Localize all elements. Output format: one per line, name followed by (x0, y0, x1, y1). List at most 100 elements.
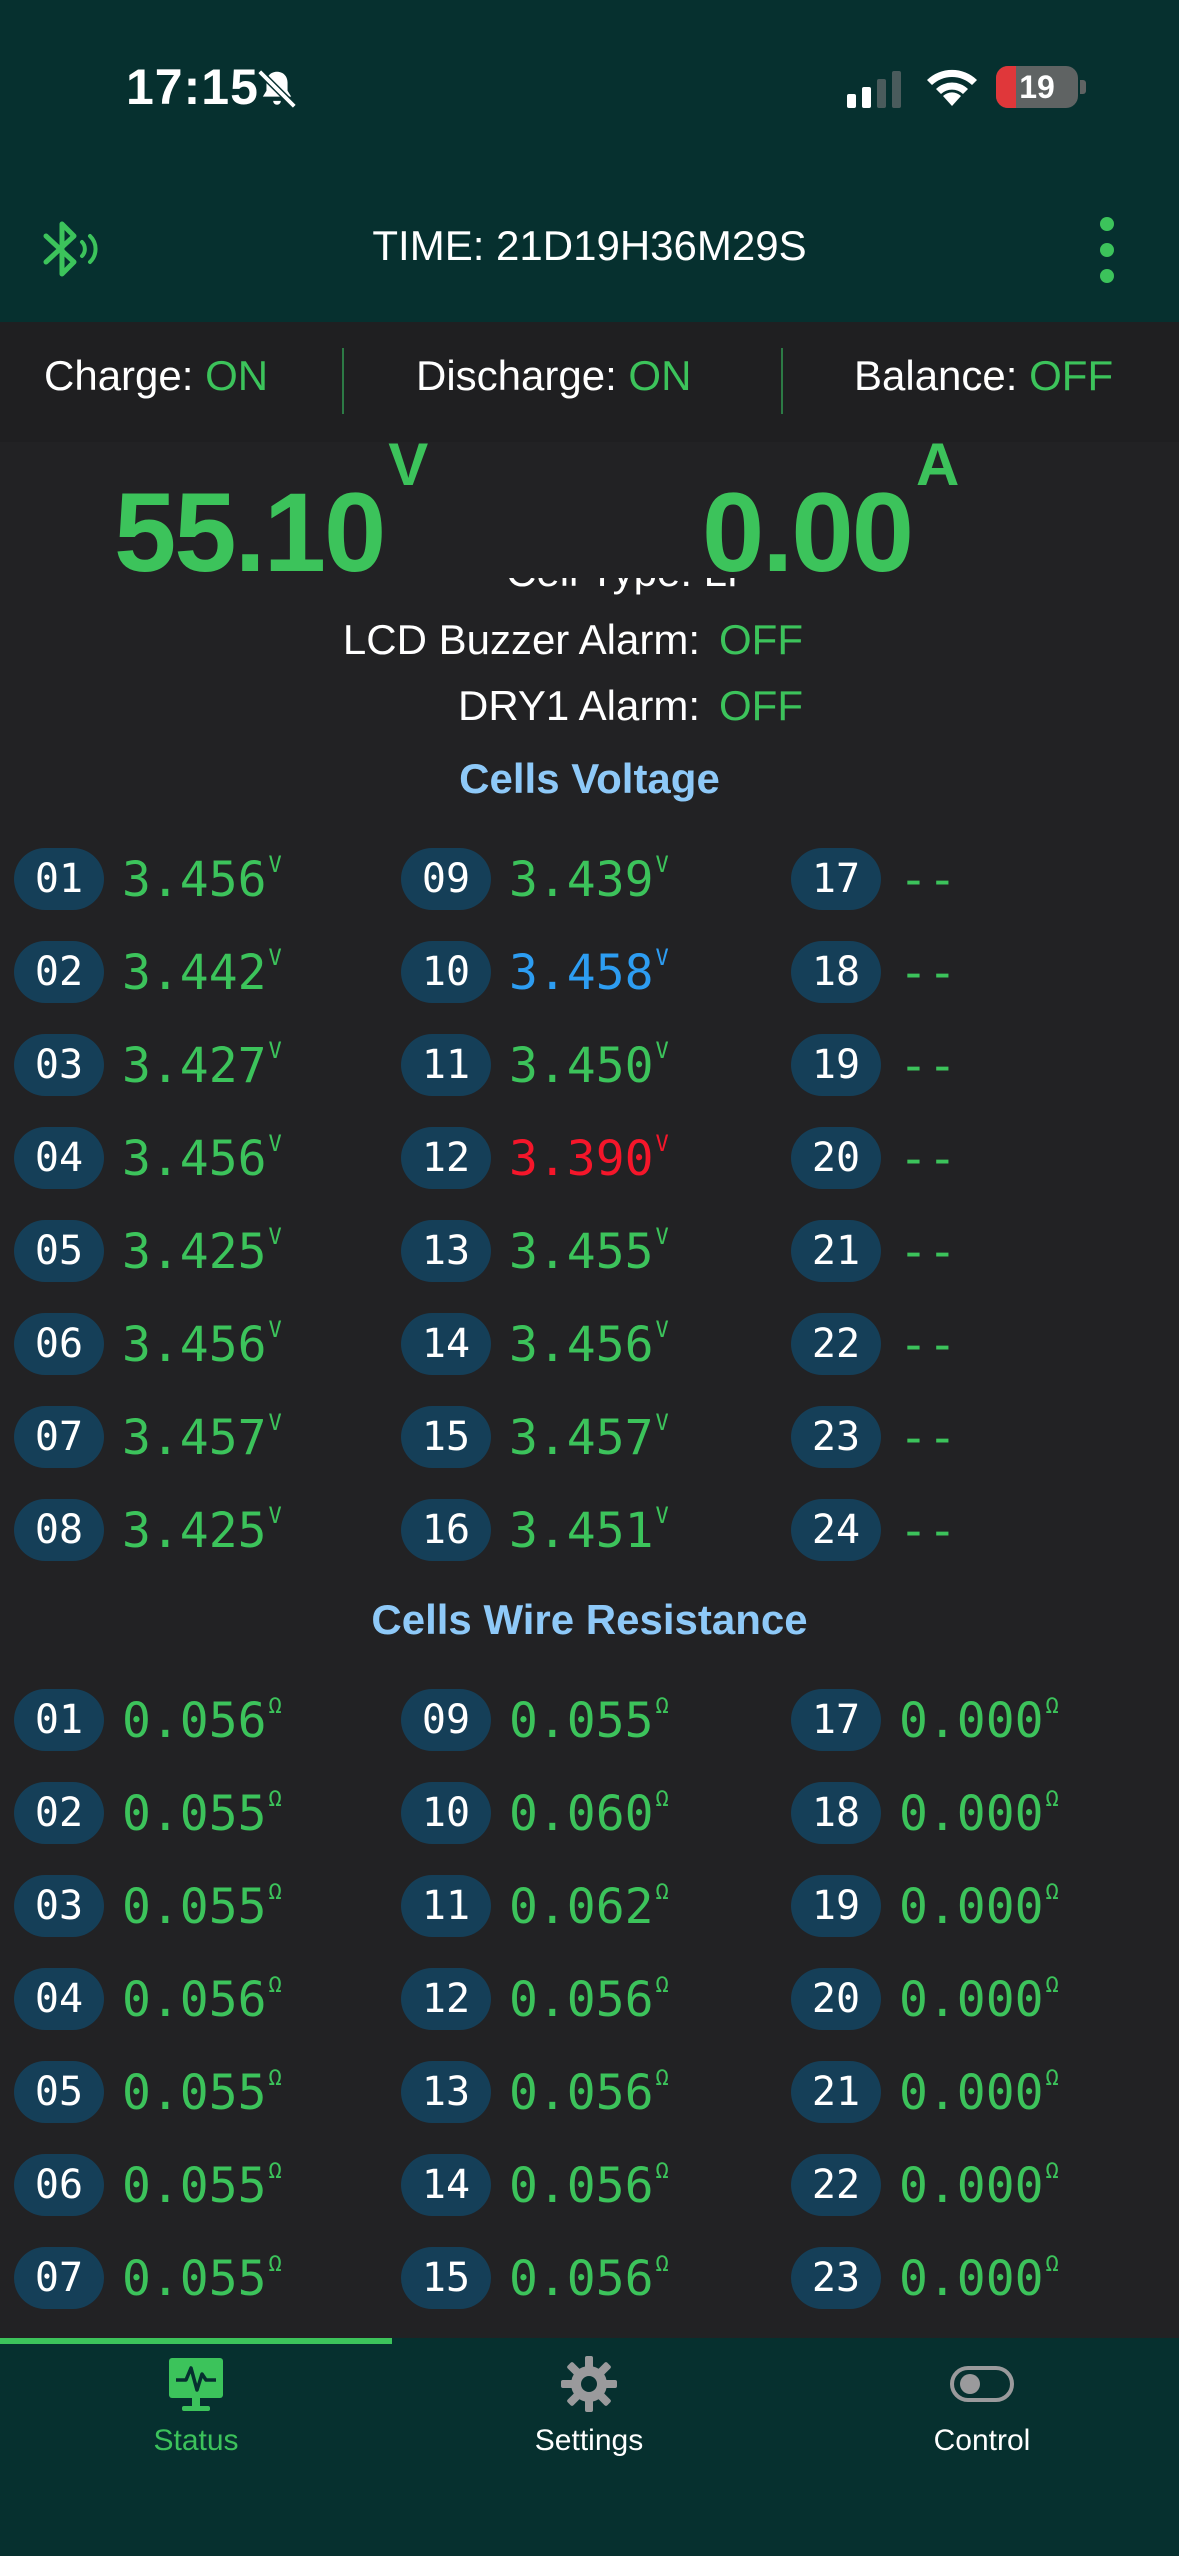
tab-status-label: Status (153, 2424, 239, 2457)
cell-value: 3.456V (122, 852, 282, 908)
cell-number-badge: 02 (14, 941, 104, 1003)
cell-value-unit: Ω (655, 2252, 669, 2277)
cell-value-number: 0.000 (899, 2065, 1044, 2121)
cell-value: 0.056Ω (122, 1693, 282, 1749)
cell-number-badge: 12 (401, 1127, 491, 1189)
tab-settings-label: Settings (534, 2424, 644, 2457)
cell-value-unit: V (268, 1318, 282, 1343)
discharge-label: Discharge: (416, 352, 629, 399)
balance-label: Balance: (854, 352, 1030, 399)
cell-value: 0.055Ω (122, 1879, 282, 1935)
cell-value: 0.055Ω (509, 1693, 669, 1749)
cell-value: -- (899, 1038, 957, 1094)
cell-value-unit: V (268, 1504, 282, 1529)
charge-status: Charge: ON (44, 352, 268, 400)
cell-value-unit: Ω (1045, 1787, 1059, 1812)
cell-item: 23 0.000Ω (791, 2247, 1151, 2309)
runtime-label: TIME: 21D19H36M29S (372, 222, 807, 269)
cell-value-unit: V (268, 1225, 282, 1250)
cell-number-badge: 05 (14, 1220, 104, 1282)
cell-number-badge: 04 (14, 1968, 104, 2030)
discharge-status: Discharge: ON (416, 352, 691, 400)
tab-settings[interactable]: Settings (393, 2352, 785, 2458)
cell-value: 0.056Ω (122, 1972, 282, 2028)
cell-value-unit: V (268, 1039, 282, 1064)
cell-value-unit: Ω (268, 2159, 282, 2184)
cell-value-number: 3.458 (509, 945, 654, 1001)
cell-number-badge: 16 (401, 1499, 491, 1561)
cell-item: 12 0.056Ω (401, 1968, 761, 2030)
cell-number-badge: 03 (14, 1034, 104, 1096)
cell-value-unit: V (268, 1132, 282, 1157)
cell-number-badge: 18 (791, 941, 881, 1003)
cell-number-badge: 14 (401, 1313, 491, 1375)
tab-control[interactable]: Control (786, 2352, 1178, 2458)
cell-item: 13 0.056Ω (401, 2061, 761, 2123)
cell-value: 3.439V (509, 852, 669, 908)
cell-value: -- (899, 1317, 957, 1373)
cell-value: 3.390V (509, 1131, 669, 1187)
cell-item: 06 0.055Ω (14, 2154, 374, 2216)
cell-value: 0.056Ω (509, 1972, 669, 2028)
cell-number-badge: 22 (791, 2154, 881, 2216)
cell-item: 04 0.056Ω (14, 1968, 374, 2030)
monitor-pulse-icon (169, 2358, 223, 2411)
cell-item: 20 -- (791, 1127, 1151, 1189)
cell-value-number: 3.456 (509, 1317, 654, 1373)
cell-value-unit: V (655, 853, 669, 878)
cell-value-number: 3.456 (122, 852, 267, 908)
cell-value-number: 0.000 (899, 1693, 1044, 1749)
cell-value-number: 3.425 (122, 1224, 267, 1280)
cell-number-badge: 21 (791, 1220, 881, 1282)
cell-item: 07 0.055Ω (14, 2247, 374, 2309)
cell-item: 17 -- (791, 848, 1151, 910)
cell-value-unit: Ω (268, 1973, 282, 1998)
cell-value: 3.425V (122, 1224, 282, 1280)
cell-item: 18 0.000Ω (791, 1782, 1151, 1844)
cell-value-number: 0.000 (899, 1786, 1044, 1842)
cell-number-badge: 13 (401, 2061, 491, 2123)
cell-value-unit: V (655, 1039, 669, 1064)
cells-resistance-title: Cells Wire Resistance (371, 1596, 808, 1643)
cell-value-number: 0.056 (509, 2158, 654, 2214)
cell-value-number: 3.439 (509, 852, 654, 908)
cell-item: 11 0.062Ω (401, 1875, 761, 1937)
cell-value: 0.056Ω (509, 2065, 669, 2121)
cell-item: 15 3.457V (401, 1406, 761, 1468)
cell-value-unit: Ω (655, 2159, 669, 2184)
bell-muted-icon (257, 69, 297, 109)
cell-item: 01 0.056Ω (14, 1689, 374, 1751)
dry1-alarm-value: OFF (719, 682, 803, 729)
cell-value-number: 3.457 (509, 1410, 654, 1466)
cell-type-row-clipped: Cell Type: LF (0, 578, 1179, 598)
charge-value: ON (205, 352, 269, 399)
cell-value: 0.000Ω (899, 1786, 1059, 1842)
cell-value: 0.055Ω (122, 2158, 282, 2214)
tab-status[interactable]: Status (0, 2352, 392, 2458)
cell-number-badge: 10 (401, 1782, 491, 1844)
pack-voltage-unit: V (388, 430, 428, 498)
cells-voltage-title: Cells Voltage (459, 755, 720, 802)
cell-value-unit: V (655, 1504, 669, 1529)
cell-value-number: -- (899, 1317, 957, 1373)
cell-value-number: 0.055 (509, 1693, 654, 1749)
cell-value-unit: Ω (268, 2252, 282, 2277)
cell-value-number: -- (899, 1503, 957, 1559)
balance-status: Balance: OFF (854, 352, 1113, 400)
cell-number-badge: 14 (401, 2154, 491, 2216)
cell-item: 12 3.390V (401, 1127, 761, 1189)
lcd-buzzer-label: LCD Buzzer Alarm: (342, 616, 700, 663)
cell-value: -- (899, 852, 957, 908)
cell-item: 19 -- (791, 1034, 1151, 1096)
cell-number-badge: 07 (14, 2247, 104, 2309)
cell-value-unit: Ω (655, 2066, 669, 2091)
cell-value-unit: Ω (1045, 1880, 1059, 1905)
cell-number-badge: 06 (14, 1313, 104, 1375)
more-menu-icon[interactable] (1090, 214, 1124, 286)
battery-level: 19 (1019, 69, 1055, 105)
cell-value-number: 0.056 (509, 1972, 654, 2028)
cell-value-unit: V (655, 1225, 669, 1250)
cell-value-unit: V (655, 1318, 669, 1343)
cell-value: 0.055Ω (122, 1786, 282, 1842)
gear-icon (561, 2356, 617, 2412)
